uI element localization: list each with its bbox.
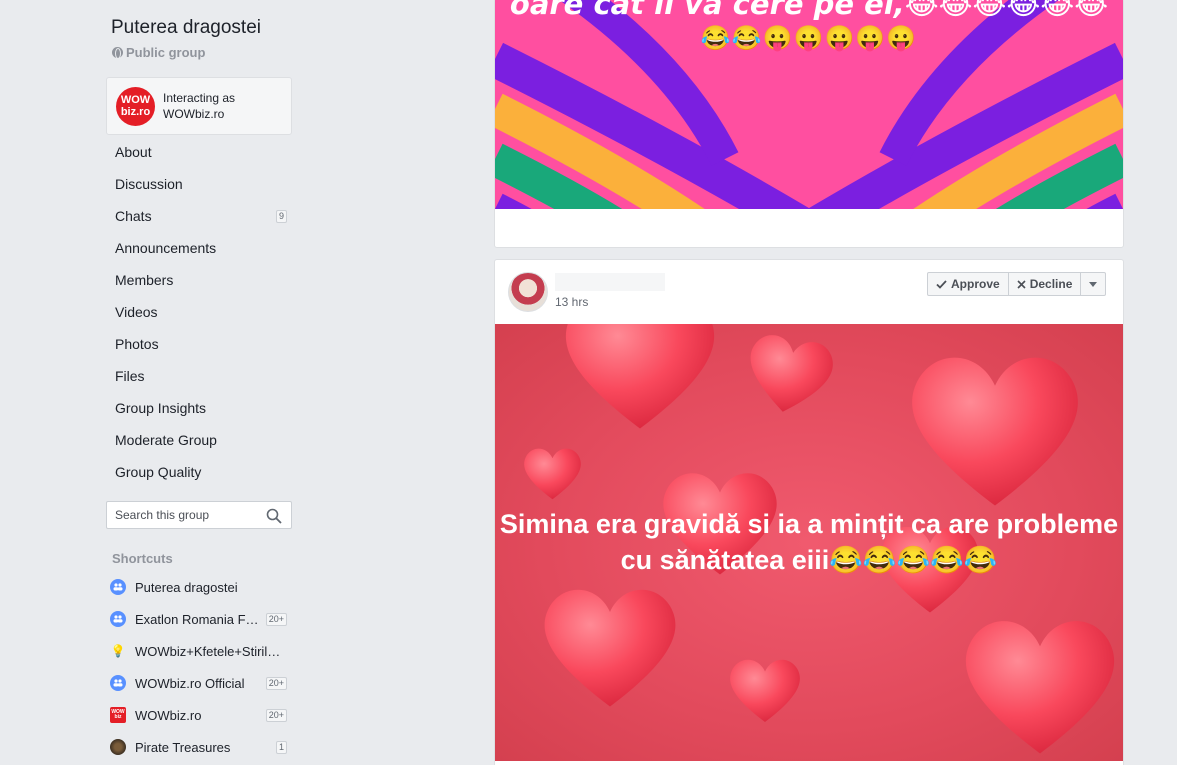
group-icon (110, 579, 126, 595)
decline-button[interactable]: Decline (1009, 273, 1082, 295)
previous-post-emojis: 😂😂😛😛😛😛😛 (700, 25, 918, 52)
shortcut-item[interactable]: WOW biz WOWbiz.ro 20+ (106, 699, 292, 731)
group-nav: About Discussion Chats 9 Announcements Me… (106, 136, 292, 488)
group-icon (110, 675, 126, 691)
shortcut-item[interactable]: Exatlon Romania F… 20+ (106, 603, 292, 635)
lightbulb-icon: 💡 (110, 644, 126, 658)
close-icon (1017, 279, 1026, 289)
chats-count-badge: 9 (275, 209, 287, 223)
approve-button[interactable]: Approve (928, 273, 1009, 295)
wowbiz-icon: WOW biz (110, 707, 126, 723)
wowbiz-logo: WOW biz.ro (116, 86, 155, 126)
previous-post-image[interactable]: oare cât îi va cere pe el,😂😂😂😂😂😂 😂😂😛😛😛😛😛 (495, 0, 1123, 209)
shortcut-item[interactable]: WOWbiz.ro Official 20+ (106, 667, 292, 699)
nav-item-files[interactable]: Files (106, 360, 292, 392)
pending-post: 13 hrs Approve Decline Simina era gravid… (494, 259, 1124, 765)
shortcut-item[interactable]: 💡 WOWbiz+Kfetele+Stiril… (106, 635, 292, 667)
pirate-icon (110, 739, 126, 755)
moderation-actions: Approve Decline (927, 272, 1107, 296)
shortcut-badge: 20+ (265, 612, 287, 626)
nav-item-group-insights[interactable]: Group Insights (106, 392, 292, 424)
nav-item-photos[interactable]: Photos (106, 328, 292, 360)
post-timestamp[interactable]: 13 hrs (555, 295, 588, 309)
search-input[interactable] (107, 508, 257, 522)
search-icon[interactable] (266, 508, 282, 524)
nav-item-about[interactable]: About (106, 136, 292, 168)
nav-item-group-quality[interactable]: Group Quality (106, 456, 292, 488)
interacting-as-box[interactable]: WOW biz.ro Interacting as WOWbiz.ro (106, 77, 292, 135)
nav-item-videos[interactable]: Videos (106, 296, 292, 328)
group-search (106, 501, 292, 529)
nav-item-announcements[interactable]: Announcements (106, 232, 292, 264)
interacting-as-label: Interacting as WOWbiz.ro (163, 91, 236, 121)
globe-icon (112, 47, 123, 59)
shortcuts-title: Shortcuts (112, 551, 173, 566)
previous-post-caption: oare cât îi va cere pe el,😂😂😂😂😂😂 (509, 0, 1109, 21)
shortcuts-list: Puterea dragostei Exatlon Romania F… 20+… (106, 571, 292, 763)
nav-item-moderate-group[interactable]: Moderate Group (106, 424, 292, 456)
nav-item-members[interactable]: Members (106, 264, 292, 296)
group-privacy-label: Public group (126, 45, 206, 60)
shortcut-item[interactable]: Pirate Treasures 1 (106, 731, 292, 763)
author-name-placeholder[interactable] (555, 273, 665, 291)
shortcut-badge: 20+ (265, 708, 287, 722)
shortcut-badge: 1 (275, 740, 287, 754)
more-options-button[interactable] (1081, 273, 1105, 295)
shortcut-item[interactable]: Puterea dragostei (106, 571, 292, 603)
group-privacy: Public group (112, 45, 205, 60)
nav-item-discussion[interactable]: Discussion (106, 168, 292, 200)
avatar[interactable] (508, 272, 548, 312)
group-icon (110, 611, 126, 627)
group-title[interactable]: Puterea dragostei (111, 17, 261, 39)
nav-item-chats[interactable]: Chats 9 (106, 200, 292, 232)
shortcut-badge: 20+ (265, 676, 287, 690)
checkmark-icon (936, 279, 947, 289)
post-image[interactable]: Simina era gravidă si ia a mințit ca are… (495, 324, 1123, 761)
chevron-down-icon (1089, 281, 1098, 287)
post-text: Simina era gravidă si ia a mințit ca are… (499, 509, 1119, 575)
previous-post: oare cât îi va cere pe el,😂😂😂😂😂😂 😂😂😛😛😛😛😛 (494, 0, 1124, 248)
